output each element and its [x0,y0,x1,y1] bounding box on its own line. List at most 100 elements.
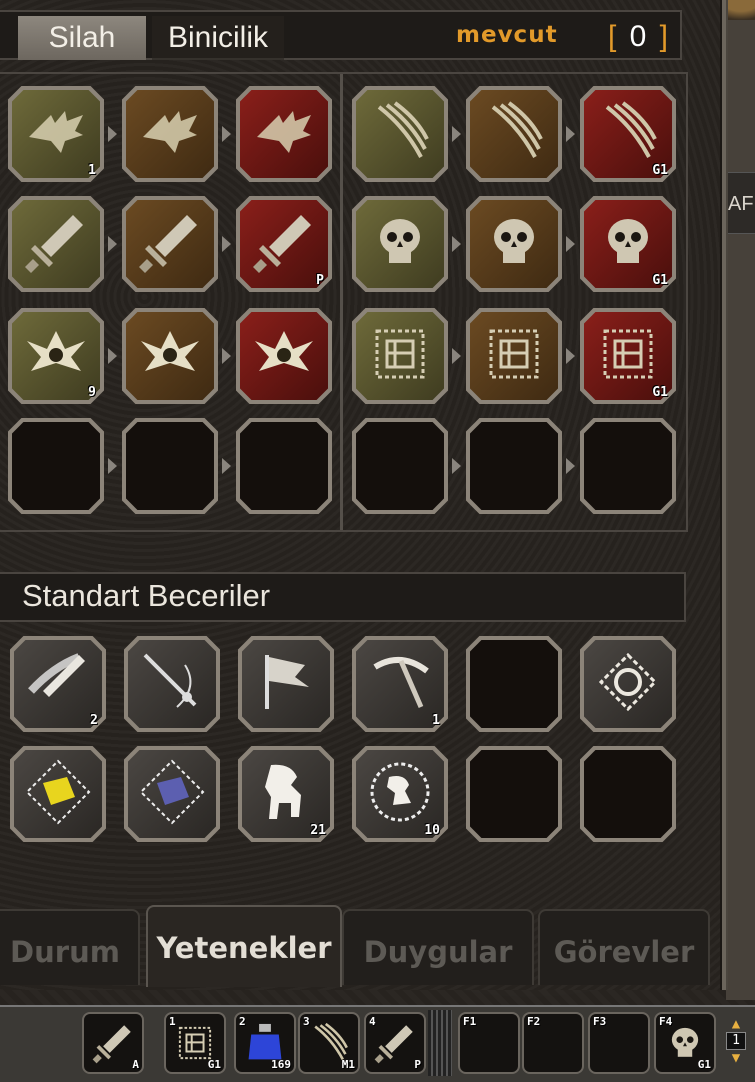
standard-skill-slot[interactable] [10,746,106,842]
hotbar-page-number: 1 [726,1032,746,1050]
skill-slot[interactable]: 1 [8,86,104,182]
slot-frame [128,640,216,728]
upgrade-arrow-icon [452,126,461,142]
pager-up-icon[interactable]: ▲ [723,1017,749,1031]
upgrade-arrow-icon [566,126,575,142]
tab-silah[interactable]: Silah [18,16,146,60]
crest-icon [135,319,205,393]
claw-icon [365,97,435,171]
slot-frame [584,422,672,510]
upgrade-arrow-icon [222,236,231,252]
hotbar-slot[interactable]: F4 G1 [654,1012,716,1074]
wing-icon [249,97,319,171]
empty-skill-slot[interactable] [466,636,562,732]
hotbar-key-label: 1 [169,1015,176,1028]
skill-slot[interactable] [122,196,218,292]
slot-frame [240,90,328,178]
skill-level-badge: G1 [652,163,668,178]
hotbar-count: M1 [341,1058,355,1071]
skill-slot[interactable] [122,86,218,182]
tab-gorevler[interactable]: Görevler [538,909,710,985]
standard-skill-slot[interactable] [238,636,334,732]
hotbar-slot[interactable]: 2 169 [234,1012,296,1074]
standard-skill-slot[interactable]: 10 [352,746,448,842]
hotbar-slot[interactable]: A [82,1012,144,1074]
skill-slot[interactable]: G1 [580,86,676,182]
hotbar-key-label: 4 [369,1015,376,1028]
skill-slot[interactable] [466,86,562,182]
standard-skill-slot[interactable] [124,636,220,732]
hotbar-slot[interactable]: F1 [458,1012,520,1074]
skill-level-badge: 1 [432,713,440,728]
standard-skill-slot[interactable]: 1 [352,636,448,732]
hotbar-slot[interactable]: F2 [522,1012,584,1074]
skill-slot[interactable] [352,86,448,182]
standard-skills-title: Standart Beceriler [22,578,271,613]
empty-skill-slot[interactable] [580,418,676,514]
sword-icon [21,207,91,281]
bracket-right: ] [659,20,668,53]
skill-level-badge: 10 [424,823,440,838]
slot-frame [128,750,216,838]
hotbar-slot[interactable]: 1 G1 [164,1012,226,1074]
hotbar-key-label: F2 [527,1015,541,1028]
empty-skill-slot[interactable] [122,418,218,514]
standard-skill-slot[interactable]: 2 [10,636,106,732]
skill-slot[interactable]: P [236,196,332,292]
standard-skill-slot[interactable]: 21 [238,746,334,842]
skill-level-badge: 21 [310,823,326,838]
right-edge-label: AF [725,172,755,234]
blue-book-icon [137,757,207,831]
skill-slot[interactable] [122,308,218,404]
skill-slot[interactable] [352,308,448,404]
skill-slot[interactable] [236,86,332,182]
upgrade-arrow-icon [108,348,117,364]
empty-skill-slot[interactable] [466,418,562,514]
pager-down-icon[interactable]: ▼ [723,1051,749,1065]
empty-skill-slot[interactable] [466,746,562,842]
empty-skill-slot[interactable] [8,418,104,514]
hotbar-slot[interactable]: 3 M1 [298,1012,360,1074]
hotbar-slot[interactable]: F3 [588,1012,650,1074]
empty-skill-slot[interactable] [236,418,332,514]
crest-icon [21,319,91,393]
standard-skill-slot[interactable] [580,636,676,732]
rune-icon [593,319,663,393]
upgrade-arrow-icon [222,458,231,474]
hotbar-slot[interactable]: 4P [364,1012,426,1074]
skill-slot[interactable]: G1 [580,308,676,404]
upgrade-arrow-icon [108,126,117,142]
empty-skill-slot[interactable] [352,418,448,514]
hotbar-separator [428,1010,452,1076]
slot-frame [584,750,672,838]
horse-medal-icon [365,757,435,831]
tab-durum[interactable]: Durum [0,909,140,985]
skill-slot[interactable]: G1 [580,196,676,292]
hotbar-count: G1 [207,1058,221,1071]
tab-yetenekler[interactable]: Yetenekler [146,905,342,987]
skill-slot[interactable] [236,308,332,404]
skill-slot[interactable] [352,196,448,292]
skill-grid-divider [340,74,343,530]
slot-frame [126,90,214,178]
skill-slot[interactable] [466,308,562,404]
skill-points-value: 0 [629,20,647,53]
skill-points-value-box: [ 0 ] [606,18,670,56]
slot-frame [356,640,444,728]
rune-icon [479,319,549,393]
slot-frame [126,200,214,288]
tab-duygular[interactable]: Duygular [342,909,534,985]
skull-icon [593,207,663,281]
standard-skill-slot[interactable] [124,746,220,842]
tab-binicilik[interactable]: Binicilik [152,16,284,60]
skill-level-badge: P [316,273,324,288]
hotbar-key-label: F1 [463,1015,477,1028]
yellow-book-icon [23,757,93,831]
skill-slot[interactable] [8,196,104,292]
hotbar-key-label: F4 [659,1015,673,1028]
wing-icon [135,97,205,171]
empty-skill-slot[interactable] [580,746,676,842]
skill-slot[interactable] [466,196,562,292]
wing-icon [21,97,91,171]
skill-slot[interactable]: 9 [8,308,104,404]
